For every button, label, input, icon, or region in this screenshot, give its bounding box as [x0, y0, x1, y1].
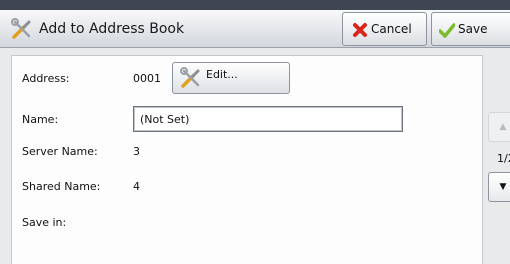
tools-icon	[180, 67, 200, 88]
server-name-value: 3	[133, 145, 140, 158]
name-field[interactable]: (Not Set)	[133, 106, 403, 132]
up-arrow-icon: ▲	[499, 122, 507, 132]
edit-button[interactable]: Edit...	[172, 62, 290, 94]
save-button-label: Save	[458, 22, 488, 36]
shared-name-label: Shared Name:	[22, 180, 101, 193]
dialog-title: Add to Address Book	[39, 21, 185, 37]
name-label: Name:	[22, 113, 59, 126]
server-name-label: Server Name:	[22, 145, 98, 158]
save-check-icon	[439, 23, 455, 38]
scroll-down-button[interactable]: ▼	[488, 172, 510, 202]
edit-button-label: Edit...	[206, 68, 238, 81]
name-field-value: (Not Set)	[140, 113, 190, 126]
address-label: Address:	[22, 72, 70, 85]
page-indicator: 1/2	[497, 152, 510, 165]
save-in-label: Save in:	[22, 216, 67, 229]
cancel-button[interactable]: Cancel	[342, 12, 427, 46]
cancel-x-icon	[353, 23, 367, 37]
cancel-button-label: Cancel	[371, 22, 412, 36]
tools-icon	[11, 18, 31, 39]
address-value: 0001	[133, 72, 161, 85]
down-arrow-icon: ▼	[499, 182, 507, 192]
scroll-up-button[interactable]: ▲	[488, 112, 510, 142]
shared-name-value: 4	[133, 180, 140, 193]
save-button[interactable]: Save	[431, 12, 510, 46]
